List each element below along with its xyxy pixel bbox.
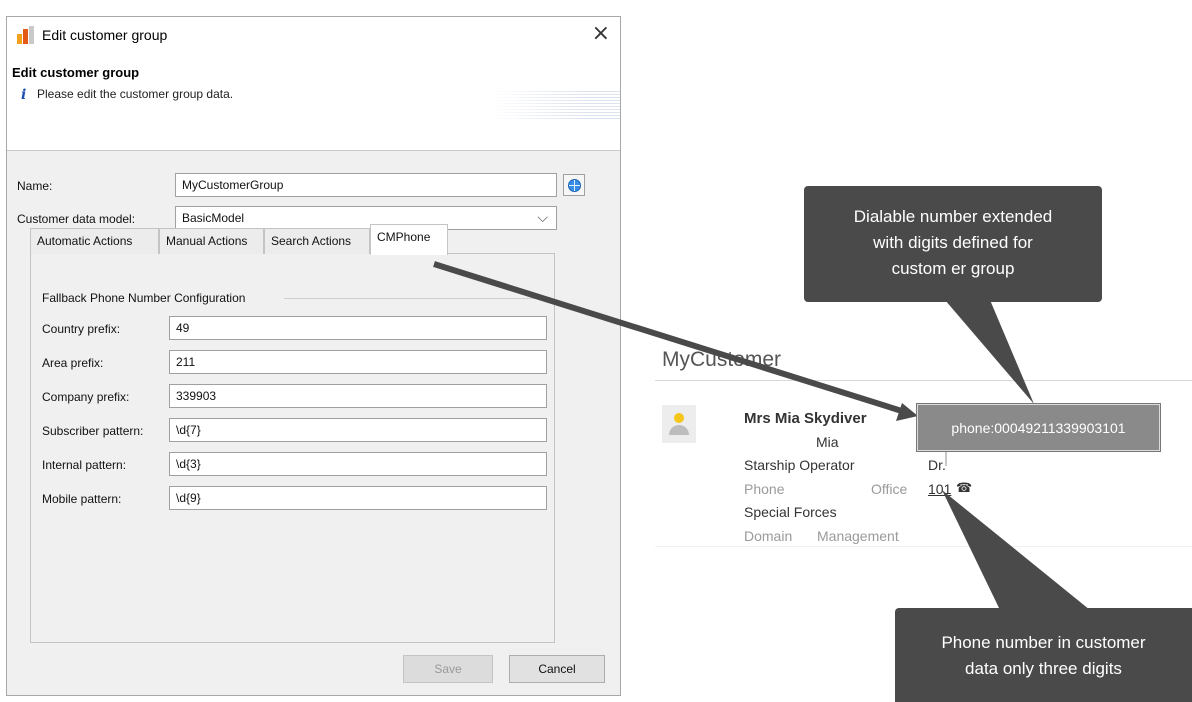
title-bar[interactable]: Edit customer group × xyxy=(7,17,620,55)
tab-manual-actions[interactable]: Manual Actions xyxy=(159,228,264,254)
arrow-head-icon xyxy=(896,403,918,421)
callout-top-line-2: with digits defined for xyxy=(873,233,1033,252)
phone-icon[interactable]: ☎ xyxy=(956,480,972,496)
company-prefix-label: Company prefix: xyxy=(42,390,130,404)
customer-job-title: Starship Operator xyxy=(744,457,855,473)
company-prefix-input[interactable]: 339903 xyxy=(169,384,547,408)
person-body-icon xyxy=(669,425,689,435)
country-prefix-label: Country prefix: xyxy=(42,322,121,336)
header-description: Please edit the customer group data. xyxy=(37,87,234,101)
avatar xyxy=(662,405,696,443)
model-label: Customer data model: xyxy=(17,212,136,226)
phone-label: Phone xyxy=(744,481,785,497)
phone-number-link[interactable]: 101 xyxy=(928,481,951,497)
tab-search-actions[interactable]: Search Actions xyxy=(264,228,370,254)
translate-button[interactable] xyxy=(563,174,585,196)
card-divider xyxy=(655,380,1192,381)
tab-cmphone[interactable]: CMPhone xyxy=(370,224,448,255)
customer-first-name: Mia xyxy=(816,434,839,450)
section-title: Fallback Phone Number Configuration xyxy=(42,291,246,305)
callout-top-line-1: Dialable number extended xyxy=(853,207,1053,226)
country-prefix-input[interactable]: 49 xyxy=(169,316,547,340)
close-icon[interactable]: × xyxy=(592,23,610,45)
internal-pattern-label: Internal pattern: xyxy=(42,458,127,472)
tab-panel-cmphone xyxy=(30,253,555,643)
info-icon: i xyxy=(21,87,27,103)
dialog-header: Edit customer group i Please edit the cu… xyxy=(7,55,620,151)
customer-title: Dr. xyxy=(928,457,946,473)
name-label: Name: xyxy=(17,179,53,193)
mobile-pattern-input[interactable]: \d{9} xyxy=(169,486,547,510)
phone-tooltip: phone:00049211339903101 xyxy=(917,404,1160,451)
customer-card-title: MyCustomer xyxy=(662,348,782,371)
top-callout-tail xyxy=(945,300,1034,404)
management-label: Management xyxy=(817,528,899,544)
domain-label: Domain xyxy=(744,528,793,544)
globe-icon xyxy=(568,179,581,192)
callout-bottom-line-2: data only three digits xyxy=(965,659,1122,678)
card-bottom-divider xyxy=(655,546,1192,547)
save-button[interactable]: Save xyxy=(403,655,493,683)
area-prefix-label: Area prefix: xyxy=(42,356,104,370)
model-select-value: BasicModel xyxy=(182,211,245,225)
area-prefix-input[interactable]: 211 xyxy=(169,350,547,374)
chevron-down-icon: ⌵ xyxy=(537,209,548,225)
subscriber-pattern-label: Subscriber pattern: xyxy=(42,424,144,438)
callout-three-digits: Phone number in customer data only three… xyxy=(895,608,1192,702)
tab-automatic-actions[interactable]: Automatic Actions xyxy=(30,228,159,254)
mobile-pattern-label: Mobile pattern: xyxy=(42,492,122,506)
customer-name: Mrs Mia Skydiver xyxy=(744,410,867,427)
header-decoration xyxy=(490,91,620,119)
model-select[interactable]: BasicModel ⌵ xyxy=(175,206,557,230)
bottom-callout-tail xyxy=(942,490,1090,610)
window-title: Edit customer group xyxy=(42,27,168,43)
callout-dialable-number: Dialable number extended with digits def… xyxy=(804,186,1102,302)
callout-top-line-3: custom er group xyxy=(891,259,1015,278)
section-divider xyxy=(284,298,547,299)
subscriber-pattern-input[interactable]: \d{7} xyxy=(169,418,547,442)
office-label: Office xyxy=(871,481,908,497)
person-head-icon xyxy=(674,413,684,423)
header-title: Edit customer group xyxy=(12,65,140,80)
callout-bottom-line-1: Phone number in customer xyxy=(941,633,1146,652)
customer-department: Special Forces xyxy=(744,504,837,520)
name-input[interactable]: MyCustomerGroup xyxy=(175,173,557,197)
cancel-button[interactable]: Cancel xyxy=(509,655,605,683)
app-icon xyxy=(17,26,35,44)
internal-pattern-input[interactable]: \d{3} xyxy=(169,452,547,476)
